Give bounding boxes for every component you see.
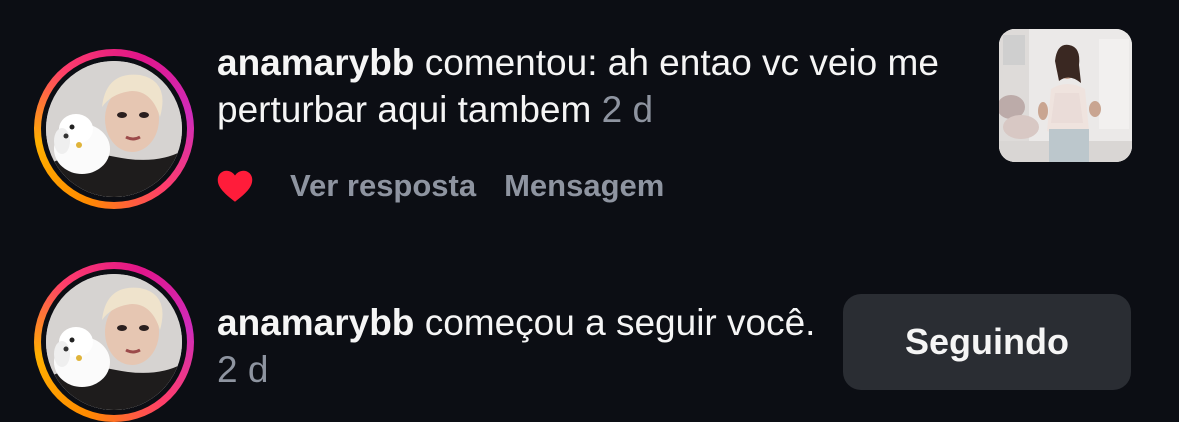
message-button[interactable]: Mensagem [504,168,664,204]
avatar[interactable] [46,61,182,197]
avatar-image [46,61,182,197]
avatar-image [46,274,182,410]
username[interactable]: anamarybb [217,42,414,83]
post-image [999,29,1132,162]
following-button[interactable]: Seguindo [843,294,1131,390]
heart-icon[interactable] [217,169,253,203]
timestamp: 2 d [601,89,654,130]
notification-text: anamarybb comentou: ah entao vc veio me … [217,39,957,133]
notification-comment[interactable]: anamarybb comentou: ah entao vc veio me … [0,0,1179,240]
avatar-gap [41,269,187,415]
notification-text: anamarybb começou a seguir você. 2 d [217,299,817,393]
avatar-gap [41,56,187,202]
username[interactable]: anamarybb [217,302,414,343]
notification-follow[interactable]: anamarybb começou a seguir você. 2 d Seg… [0,240,1179,422]
story-ring[interactable] [34,262,194,422]
post-thumbnail[interactable] [999,29,1132,162]
comment-actions: Ver resposta Mensagem [217,163,664,209]
follow-text: começou a seguir você. [424,302,816,343]
avatar[interactable] [46,274,182,410]
view-reply-button[interactable]: Ver resposta [290,168,476,204]
timestamp: 2 d [217,349,269,390]
story-ring[interactable] [34,49,194,209]
